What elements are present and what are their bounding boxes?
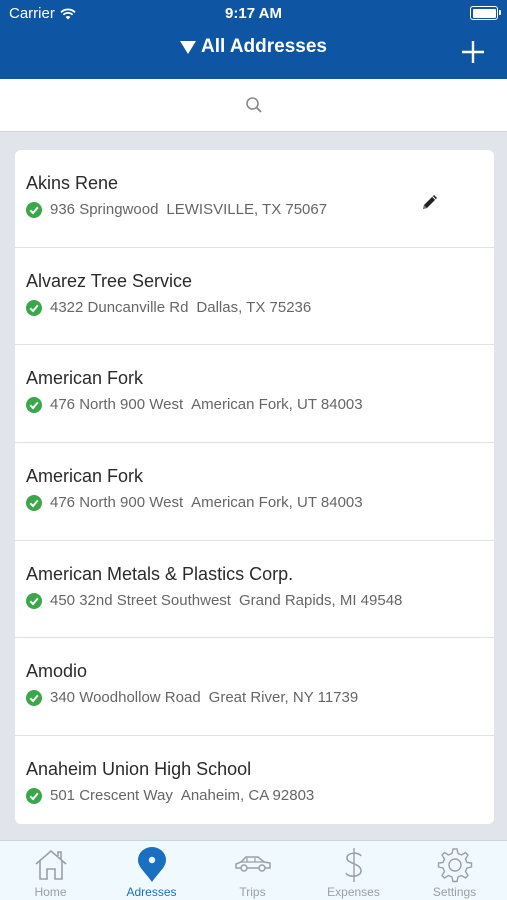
city-state-zip: American Fork, UT 84003 — [191, 494, 363, 512]
address-row[interactable]: Alvarez Tree Service 4322 Duncanville Rd D… — [15, 248, 494, 346]
check-circle-icon — [26, 202, 42, 218]
navigation-header: Carrier 9:17 AM All Addresses — [0, 0, 507, 79]
street: 340 Woodhollow Road — [50, 689, 201, 707]
city-state-zip: American Fork, UT 84003 — [191, 396, 363, 414]
address-line: 340 Woodhollow Road Great River, NY 11739 — [26, 689, 483, 707]
check-circle-icon — [26, 397, 42, 414]
gear-icon — [437, 848, 472, 883]
address-line: 476 North 900 West American Fork, UT 8400… — [26, 494, 483, 512]
address-name: Amodio — [26, 661, 88, 682]
address-row[interactable]: American Fork 476 North 900 West American … — [15, 345, 494, 444]
address-text: 501 Crescent Way Anaheim, CA 92803 — [50, 787, 314, 804]
address-text: 476 North 900 West American Fork, UT 8400… — [50, 494, 363, 511]
tab-label: Settings — [432, 885, 477, 899]
add-address-button[interactable] — [461, 40, 485, 64]
check-circle-icon — [26, 299, 42, 316]
address-text: 340 Woodhollow Road Great River, NY 11739 — [50, 689, 358, 706]
pencil-edit-icon[interactable] — [420, 192, 440, 212]
address-name: American Fork — [26, 368, 144, 389]
home-icon — [34, 849, 67, 880]
address-text: 476 North 900 West American Fork, UT 8400… — [50, 396, 363, 413]
car-icon — [234, 856, 271, 872]
caret-down-icon — [179, 40, 196, 54]
city-state-zip: Grand Rapids, MI 49548 — [238, 591, 403, 609]
address-line: 450 32nd Street Southwest Grand Rapids, M… — [26, 592, 483, 609]
search-icon — [245, 97, 262, 113]
address-line: 4322 Duncanville Rd Dallas, TX 75236 — [26, 299, 483, 316]
tab-label: Trips — [239, 885, 266, 899]
address-row[interactable]: Anaheim Union High School 501 Crescent Wa… — [15, 736, 494, 824]
address-name: American Metals & Plastics Corp. — [26, 563, 294, 584]
check-circle-icon — [26, 690, 42, 707]
map-pin-icon — [137, 847, 166, 882]
address-line: 501 Crescent Way Anaheim, CA 92803 — [26, 787, 483, 805]
tab-label: Home — [34, 885, 67, 899]
tab-trips[interactable]: Trips — [202, 847, 303, 900]
street: 476 North 900 West — [50, 396, 184, 414]
address-line: 476 North 900 West American Fork, UT 8400… — [26, 396, 483, 414]
address-text: 4322 Duncanville Rd Dallas, TX 75236 — [50, 299, 311, 316]
check-circle-icon — [26, 788, 42, 805]
tab-bar: Home Adresses Trips Expenses Settings — [0, 840, 507, 900]
address-name: Akins Rene — [26, 173, 119, 193]
address-name: American Fork — [26, 466, 144, 487]
title-row: All Addresses — [0, 36, 507, 70]
address-filter-dropdown[interactable]: All Addresses — [179, 36, 327, 58]
address-line: 936 Springwood LEWISVILLE, TX 75067 — [26, 201, 483, 218]
street: 476 North 900 West — [50, 494, 184, 512]
page-title: All Addresses — [200, 36, 327, 57]
address-row[interactable]: Akins Rene 936 Springwood LEWISVILLE, TX 7… — [15, 150, 494, 248]
check-circle-icon — [26, 495, 42, 512]
search-bar[interactable] — [0, 79, 507, 132]
battery-icon — [470, 6, 501, 20]
address-name: Anaheim Union High School — [26, 759, 252, 780]
address-row[interactable]: American Fork 476 North 900 West American … — [15, 443, 494, 541]
tab-expenses[interactable]: Expenses — [303, 847, 404, 900]
address-list: Akins Rene 936 Springwood LEWISVILLE, TX 7… — [15, 150, 494, 824]
tab-addresses[interactable]: Adresses — [101, 847, 202, 900]
clock: 9:17 AM — [225, 5, 282, 22]
address-row[interactable]: American Metals & Plastics Corp. 450 32nd… — [15, 541, 494, 639]
city-state-zip: LEWISVILLE, TX 75067 — [166, 201, 328, 218]
street: 4322 Duncanville Rd — [50, 298, 189, 316]
status-bar: Carrier 9:17 AM — [0, 0, 507, 28]
street: 501 Crescent Way — [50, 787, 173, 805]
street: 936 Springwood — [50, 201, 159, 218]
city-state-zip: Dallas, TX 75236 — [196, 298, 312, 316]
address-name: Alvarez Tree Service — [26, 270, 193, 291]
check-circle-icon — [26, 592, 42, 609]
tab-label: Adresses — [126, 885, 177, 899]
address-text: 936 Springwood LEWISVILLE, TX 75067 — [50, 201, 327, 218]
tab-settings[interactable]: Settings — [404, 847, 505, 900]
tab-home[interactable]: Home — [0, 847, 101, 900]
address-text: 450 32nd Street Southwest Grand Rapids, M… — [50, 592, 402, 609]
dollar-icon — [344, 848, 362, 882]
tab-label: Expenses — [327, 885, 380, 899]
street: 450 32nd Street Southwest — [50, 591, 231, 609]
city-state-zip: Anaheim, CA 92803 — [180, 787, 315, 805]
city-state-zip: Great River, NY 11739 — [208, 689, 359, 707]
address-row[interactable]: Amodio 340 Woodhollow Road Great River, NY… — [15, 638, 494, 737]
